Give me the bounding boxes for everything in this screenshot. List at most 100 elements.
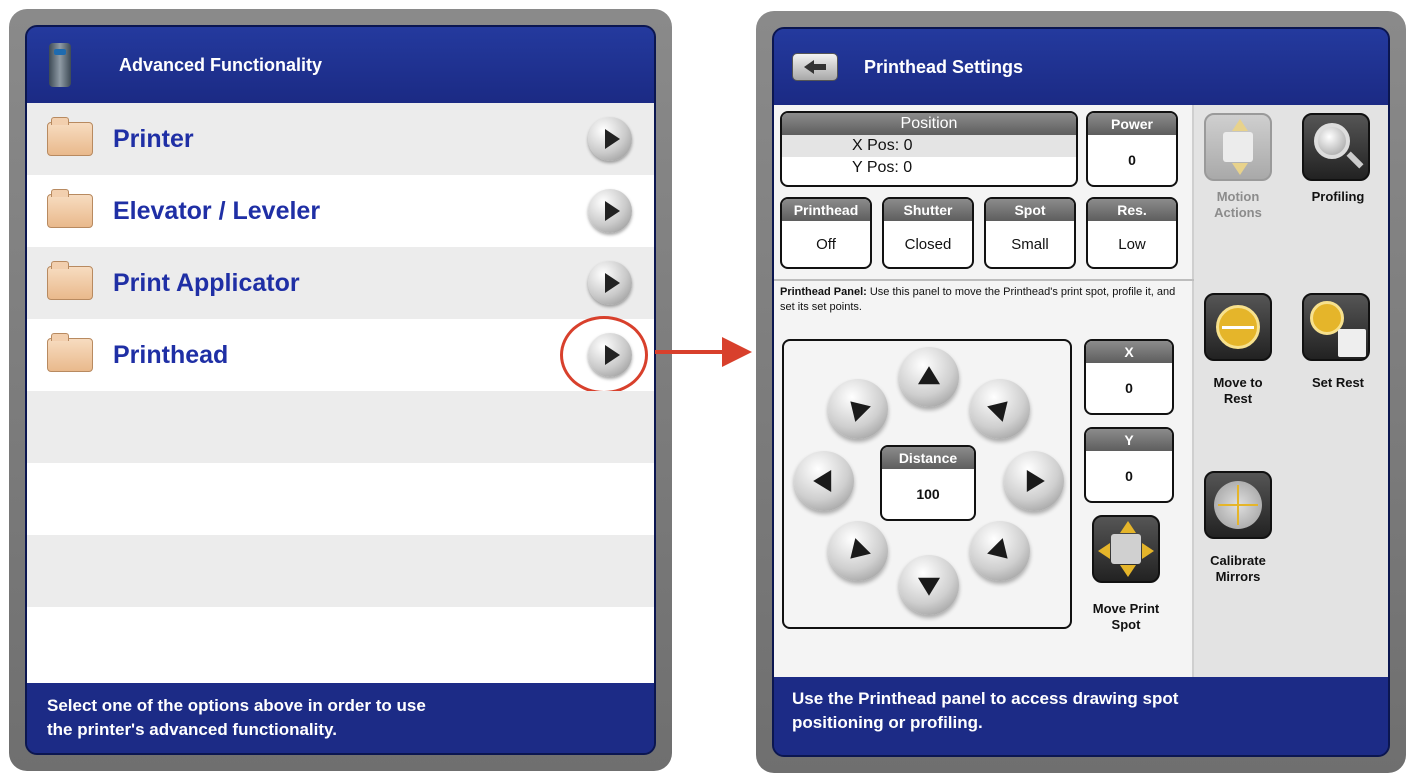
spot-toggle-value: Small	[1011, 236, 1049, 253]
x-pos-line: X Pos: 0	[782, 135, 1076, 157]
settings-body: Position X Pos: 0 Y Pos: 0 Power 0 Print…	[774, 105, 1388, 677]
magnifier-handle	[1346, 151, 1364, 169]
motion-actions-icon	[1223, 132, 1253, 162]
printhead-action-column: Motion Actions Profiling Move to Rest Se…	[1194, 105, 1388, 677]
position-box: Position X Pos: 0 Y Pos: 0	[780, 111, 1078, 187]
jog-up-right-button[interactable]	[970, 379, 1030, 439]
folder-icon	[47, 189, 93, 228]
left-titlebar: Advanced Functionality	[27, 27, 654, 103]
folder-icon	[47, 333, 93, 372]
y-box[interactable]: Y 0	[1084, 427, 1174, 503]
arrow-down-gold	[1120, 565, 1136, 577]
left-footer-line: Select one of the options above in order…	[47, 696, 426, 715]
list-item-label: Printer	[113, 124, 194, 153]
spot-toggle[interactable]: Spot Small	[984, 197, 1076, 269]
distance-value: 100	[916, 486, 940, 502]
option-list: Printer Elevator / Leveler Print Applica…	[27, 103, 654, 683]
list-item-label: Elevator / Leveler	[113, 196, 321, 225]
rest-line	[1222, 326, 1254, 329]
list-item-label: Print Applicator	[113, 268, 300, 297]
printhead-toggle-value: Off	[816, 236, 836, 253]
x-pos-value: 0	[903, 137, 913, 154]
move-arrows-icon	[1111, 534, 1141, 564]
jog-left-button[interactable]	[794, 451, 854, 511]
list-item-elevator-leveler[interactable]: Elevator / Leveler	[27, 175, 654, 247]
move-print-spot-label: Move Print Spot	[1092, 601, 1160, 632]
motion-actions-button[interactable]	[1204, 113, 1272, 181]
move-to-rest-label: Move to Rest	[1213, 375, 1263, 406]
list-item-printer[interactable]: Printer	[27, 103, 654, 175]
right-titlebar: Printhead Settings	[774, 29, 1388, 105]
connector-arrow-head	[722, 337, 752, 367]
profiling-button[interactable]	[1302, 113, 1370, 181]
y-pos-value: 0	[903, 159, 913, 176]
y-box-header: Y	[1086, 429, 1172, 451]
resolution-toggle[interactable]: Res. Low	[1086, 197, 1178, 269]
motion-actions-label: Motion Actions	[1214, 189, 1262, 220]
printhead-settings-screen: Printhead Settings Position X Pos: 0 Y P…	[756, 11, 1406, 773]
move-to-rest-button[interactable]	[1204, 293, 1272, 361]
connector-arrow-line	[655, 350, 729, 354]
folder-icon	[47, 261, 93, 300]
left-title: Advanced Functionality	[119, 54, 323, 75]
distance-header: Distance	[882, 447, 974, 469]
empty-row	[27, 607, 654, 683]
divider	[774, 279, 1194, 281]
play-arrow-icon[interactable]	[588, 189, 632, 233]
printhead-settings-frame: Printhead Settings Position X Pos: 0 Y P…	[772, 27, 1390, 757]
jog-up-button[interactable]	[899, 347, 959, 407]
highlight-circle	[560, 316, 648, 394]
printer-device-icon	[49, 43, 71, 87]
set-rest-button[interactable]	[1302, 293, 1370, 361]
resolution-toggle-header: Res.	[1088, 199, 1176, 221]
right-footer-line: Use the Printhead panel to access drawin…	[792, 689, 1179, 708]
jog-down-left-button[interactable]	[828, 521, 888, 581]
jog-down-button[interactable]	[899, 555, 959, 615]
right-title: Printhead Settings	[864, 56, 1024, 77]
arrow-left-gold	[1098, 543, 1110, 559]
play-arrow-icon[interactable]	[588, 261, 632, 305]
x-box[interactable]: X 0	[1084, 339, 1174, 415]
power-box[interactable]: Power 0	[1086, 111, 1178, 187]
list-item-print-applicator[interactable]: Print Applicator	[27, 247, 654, 319]
right-footer: Use the Printhead panel to access drawin…	[774, 677, 1388, 755]
jog-pad: Distance 100	[782, 339, 1072, 629]
magnifier-icon	[1314, 123, 1350, 159]
printhead-toggle-header: Printhead	[782, 199, 870, 221]
folder-icon	[47, 117, 93, 156]
y-pos-label: Y Pos:	[852, 159, 899, 176]
crosshair-horizontal	[1218, 504, 1258, 506]
jog-up-left-button[interactable]	[828, 379, 888, 439]
jog-down-right-button[interactable]	[970, 521, 1030, 581]
advanced-functionality-screen: Advanced Functionality Printer Elevator …	[9, 9, 672, 771]
empty-row	[27, 391, 654, 463]
jog-right-button[interactable]	[1004, 451, 1064, 511]
panel-description-bold: Printhead Panel:	[780, 286, 867, 298]
list-item-label: Printhead	[113, 340, 229, 369]
printhead-toggle[interactable]: Printhead Off	[780, 197, 872, 269]
empty-row	[27, 535, 654, 607]
spot-toggle-header: Spot	[986, 199, 1074, 221]
distance-box[interactable]: Distance 100	[880, 445, 976, 521]
printhead-main-panel: Position X Pos: 0 Y Pos: 0 Power 0 Print…	[774, 105, 1194, 677]
y-box-value: 0	[1125, 468, 1133, 484]
left-footer: Select one of the options above in order…	[27, 683, 654, 753]
move-print-spot-button[interactable]	[1092, 515, 1160, 583]
list-item-printhead[interactable]: Printhead	[27, 316, 654, 394]
save-disk-icon	[1338, 329, 1366, 357]
right-footer-line: positioning or profiling.	[792, 713, 983, 732]
advanced-functionality-frame: Advanced Functionality Printer Elevator …	[25, 25, 656, 755]
calibrate-mirrors-button[interactable]	[1204, 471, 1272, 539]
shutter-toggle[interactable]: Shutter Closed	[882, 197, 974, 269]
x-pos-label: X Pos:	[852, 137, 900, 154]
y-pos-line: Y Pos: 0	[782, 157, 1076, 179]
back-button[interactable]	[792, 53, 838, 81]
profiling-label: Profiling	[1311, 189, 1365, 204]
play-arrow-icon[interactable]	[588, 117, 632, 161]
shutter-toggle-header: Shutter	[884, 199, 972, 221]
panel-description: Printhead Panel: Use this panel to move …	[780, 285, 1180, 315]
left-footer-line: the printer's advanced functionality.	[47, 720, 337, 739]
arrow-right-gold	[1142, 543, 1154, 559]
calibrate-mirrors-label: Calibrate Mirrors	[1210, 553, 1266, 584]
x-box-value: 0	[1125, 380, 1133, 396]
